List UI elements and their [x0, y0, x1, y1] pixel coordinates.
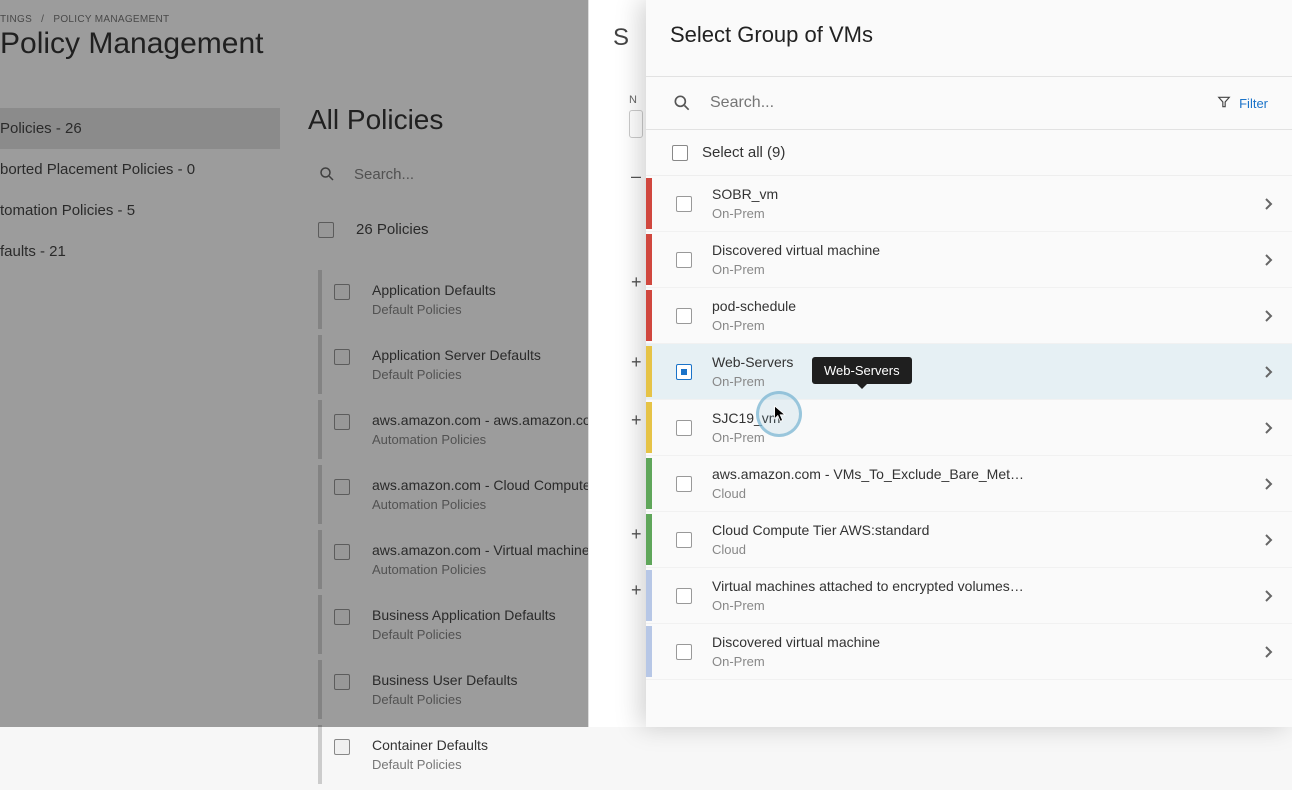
- search-icon: [672, 93, 692, 113]
- vm-sublabel: On-Prem: [712, 262, 1264, 277]
- plus-icon: +: [631, 580, 642, 601]
- vm-text: Web-ServersOn-Prem: [712, 354, 1264, 389]
- vm-checkbox[interactable]: [676, 588, 692, 604]
- vm-row[interactable]: SJC19_vm On-Prem: [646, 400, 1292, 456]
- panel-title: Select Group of VMs: [670, 22, 1268, 48]
- select-group-panel: Select Group of VMs Filter Select all (9…: [646, 0, 1292, 727]
- status-stripe: [646, 514, 652, 565]
- status-stripe: [646, 178, 652, 229]
- vm-row[interactable]: Web-ServersOn-Prem: [646, 344, 1292, 400]
- policy-checkbox[interactable]: [334, 739, 350, 755]
- vm-row[interactable]: Cloud Compute Tier AWS:standard Cloud: [646, 512, 1292, 568]
- vm-sublabel: On-Prem: [712, 374, 1264, 389]
- chevron-right-icon: [1264, 645, 1274, 659]
- underlying-panel-title-fragment: S: [613, 24, 629, 52]
- select-all-label: Select all (9): [702, 144, 785, 161]
- filter-icon: [1217, 95, 1231, 112]
- vm-text: Discovered virtual machine On-Prem: [712, 242, 1264, 277]
- vm-sublabel: Cloud: [712, 542, 1264, 557]
- vm-name: Virtual machines attached to encrypted v…: [712, 578, 1264, 594]
- vm-sublabel: On-Prem: [712, 318, 1264, 333]
- tooltip: Web-Servers: [812, 357, 912, 384]
- chevron-right-icon: [1264, 589, 1274, 603]
- status-stripe: [646, 458, 652, 509]
- vm-row[interactable]: Virtual machines attached to encrypted v…: [646, 568, 1292, 624]
- vm-name: Web-Servers: [712, 354, 1264, 370]
- vm-row[interactable]: pod-schedule On-Prem: [646, 288, 1292, 344]
- vm-checkbox[interactable]: [676, 308, 692, 324]
- vm-checkbox[interactable]: [676, 532, 692, 548]
- chevron-right-icon: [1264, 253, 1274, 267]
- vm-name: Discovered virtual machine: [712, 242, 1264, 258]
- vm-checkbox[interactable]: [676, 196, 692, 212]
- plus-icon: +: [631, 410, 642, 431]
- policy-text: Container Defaults Default Policies: [372, 737, 488, 772]
- vm-sublabel: On-Prem: [712, 654, 1264, 669]
- plus-icon: +: [631, 272, 642, 293]
- status-stripe: [646, 402, 652, 453]
- vm-sublabel: On-Prem: [712, 598, 1264, 613]
- panel-header: Select Group of VMs: [646, 0, 1292, 76]
- chevron-right-icon: [1264, 533, 1274, 547]
- vm-text: SOBR_vm On-Prem: [712, 186, 1264, 221]
- status-stripe: [646, 570, 652, 621]
- text-field-fragment: [629, 110, 643, 138]
- vm-text: aws.amazon.com - VMs_To_Exclude_Bare_Met…: [712, 466, 1264, 501]
- status-stripe: [646, 234, 652, 285]
- policy-row[interactable]: Container Defaults Default Policies: [318, 725, 678, 784]
- policy-name: Container Defaults: [372, 737, 488, 753]
- vm-search-bar: Filter: [646, 77, 1292, 129]
- chevron-right-icon: [1264, 197, 1274, 211]
- vm-name: SOBR_vm: [712, 186, 1264, 202]
- vm-checkbox[interactable]: [676, 644, 692, 660]
- vm-row[interactable]: Discovered virtual machine On-Prem: [646, 624, 1292, 680]
- vm-text: Virtual machines attached to encrypted v…: [712, 578, 1264, 613]
- vm-name: SJC19_vm: [712, 410, 1264, 426]
- vm-checkbox[interactable]: [676, 476, 692, 492]
- vm-list: SOBR_vmOn-PremDiscovered virtual machine…: [646, 176, 1292, 727]
- plus-icon: +: [631, 524, 642, 545]
- select-all-row[interactable]: Select all (9): [646, 130, 1292, 176]
- chevron-right-icon: [1264, 365, 1274, 379]
- vm-sublabel: On-Prem: [712, 430, 1264, 445]
- vm-row[interactable]: aws.amazon.com - VMs_To_Exclude_Bare_Met…: [646, 456, 1292, 512]
- field-label-fragment: N: [629, 94, 637, 106]
- vm-checkbox[interactable]: [676, 252, 692, 268]
- chevron-right-icon: [1264, 477, 1274, 491]
- status-stripe: [646, 290, 652, 341]
- policy-type: Default Policies: [372, 757, 488, 772]
- vm-row[interactable]: Discovered virtual machine On-Prem: [646, 232, 1292, 288]
- filter-label: Filter: [1239, 96, 1268, 111]
- vm-name: Cloud Compute Tier AWS:standard: [712, 522, 1264, 538]
- vm-checkbox[interactable]: [676, 420, 692, 436]
- vm-search-input[interactable]: [710, 94, 1217, 112]
- status-stripe: [646, 346, 652, 397]
- vm-text: pod-schedule On-Prem: [712, 298, 1264, 333]
- vm-checkbox[interactable]: [676, 364, 692, 380]
- vm-name: pod-schedule: [712, 298, 1264, 314]
- vm-text: SJC19_vm On-Prem: [712, 410, 1264, 445]
- underlying-panel: S N – + + + + +: [588, 0, 646, 727]
- select-all-checkbox[interactable]: [672, 145, 688, 161]
- filter-button[interactable]: Filter: [1217, 95, 1268, 112]
- chevron-right-icon: [1264, 309, 1274, 323]
- plus-icon: +: [631, 352, 642, 373]
- tooltip-text: Web-Servers: [824, 363, 900, 378]
- minus-icon: –: [631, 166, 641, 187]
- vm-name: aws.amazon.com - VMs_To_Exclude_Bare_Met…: [712, 466, 1264, 482]
- vm-name: Discovered virtual machine: [712, 634, 1264, 650]
- status-stripe: [646, 626, 652, 677]
- chevron-right-icon: [1264, 421, 1274, 435]
- vm-sublabel: Cloud: [712, 486, 1264, 501]
- vm-text: Discovered virtual machine On-Prem: [712, 634, 1264, 669]
- vm-text: Cloud Compute Tier AWS:standard Cloud: [712, 522, 1264, 557]
- vm-sublabel: On-Prem: [712, 206, 1264, 221]
- vm-row[interactable]: SOBR_vm On-Prem: [646, 176, 1292, 232]
